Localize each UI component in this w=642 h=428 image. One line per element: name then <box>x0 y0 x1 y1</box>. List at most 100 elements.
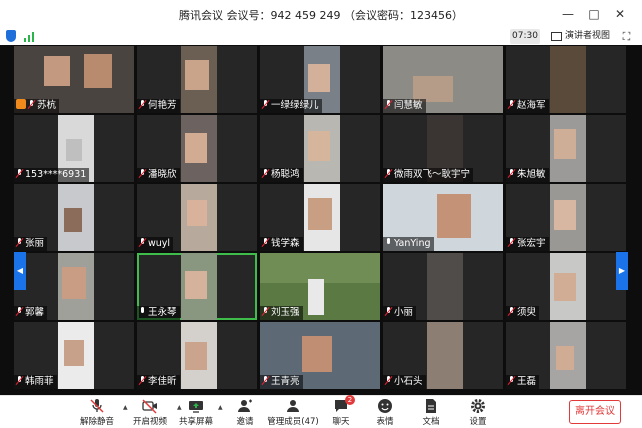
participant-tile[interactable]: 王青亮 <box>260 322 380 389</box>
participant-tile[interactable]: 杨聪鸿 <box>260 115 380 182</box>
invite-icon <box>237 398 253 414</box>
participant-name-tag: 小石头 <box>383 375 426 389</box>
participant-tile[interactable]: 钱学森 <box>260 184 380 251</box>
participant-name-tag: 刘玉强 <box>260 306 303 320</box>
participant-tile[interactable]: 153****6931 <box>14 115 134 182</box>
participant-tile[interactable]: 苏杭 <box>14 46 134 113</box>
participant-tile[interactable]: wuyl <box>137 184 257 251</box>
participant-tile[interactable]: 小丽 <box>383 253 503 320</box>
participant-name: 张丽 <box>25 238 45 249</box>
participant-tile[interactable]: 王磊 <box>506 322 626 389</box>
participant-tile[interactable]: 王永琴 <box>137 253 257 320</box>
video-feed <box>437 194 471 238</box>
participant-name-tag: 张宏宇 <box>506 237 549 251</box>
mic-muted-icon <box>508 169 515 178</box>
participant-name-tag: 王磊 <box>506 375 540 389</box>
video-feed <box>308 198 332 230</box>
invite-label: 邀请 <box>236 417 254 427</box>
video-feed <box>427 253 463 320</box>
unmute-button[interactable]: 解除静音 <box>71 398 123 428</box>
participant-tile[interactable]: 潘晓欣 <box>137 115 257 182</box>
participant-name-tag: 杨聪鸿 <box>260 168 303 182</box>
reactions-button[interactable]: 表情 <box>359 398 411 428</box>
info-bar: 07:30 演讲者视图 ⛶ <box>0 28 642 45</box>
participant-name-tag: 王青亮 <box>260 375 303 389</box>
participant-name-tag: 须臾 <box>506 306 540 320</box>
participant-tile[interactable]: 张宏宇 <box>506 184 626 251</box>
settings-button[interactable]: 设置 <box>452 398 504 428</box>
participant-name-tag: wuyl <box>137 237 174 251</box>
mic-muted-icon <box>139 376 146 385</box>
participant-tile[interactable]: 赵海军 <box>506 46 626 113</box>
window-title: 腾讯会议 会议号：942 459 249 （会议密码：123456） <box>179 9 463 22</box>
participant-tile[interactable]: 刘玉强 <box>260 253 380 320</box>
participant-name: 闫慧敏 <box>394 100 423 111</box>
video-feed <box>554 129 576 159</box>
mic-icon <box>139 307 146 316</box>
video-feed <box>64 208 82 232</box>
video-feed <box>308 64 330 92</box>
mic-muted-icon <box>139 238 146 247</box>
camera-off-icon <box>142 398 158 414</box>
share-screen-button[interactable]: 共享屏幕 <box>170 398 222 428</box>
chevron-left-icon[interactable]: ◀ <box>14 252 26 290</box>
mic-muted-icon <box>262 238 269 247</box>
signal-icon[interactable] <box>24 32 36 42</box>
docs-label: 文档 <box>422 417 440 427</box>
participant-name-tag: YanYing <box>383 237 434 251</box>
participant-tile[interactable]: 微雨双飞～耿宇宁 <box>383 115 503 182</box>
participant-name-tag: 郭馨 <box>14 306 48 320</box>
docs-button[interactable]: 文档 <box>405 398 457 428</box>
participant-tile[interactable]: 韩雨菲 <box>14 322 134 389</box>
minimize-icon[interactable]: — <box>558 4 578 24</box>
start-video-button[interactable]: 开启视频 <box>124 398 176 428</box>
share-screen-label: 共享屏幕 <box>178 417 213 427</box>
mic-muted-icon <box>89 398 105 414</box>
shield-icon[interactable] <box>6 30 16 42</box>
participant-tile[interactable]: 郭馨 <box>14 253 134 320</box>
participant-name-tag: 小丽 <box>383 306 417 320</box>
video-gallery: 王磊 小石头 王青亮 李佳昕 韩雨菲 须臾 小丽 刘玉强 王永琴 郭馨 张宏宇 YanYing 钱学森 w… <box>0 45 642 395</box>
video-feed <box>185 133 207 163</box>
participant-tile[interactable]: 小石头 <box>383 322 503 389</box>
manage-members-label: 管理成员(47) <box>267 417 319 427</box>
unmute-label: 解除静音 <box>79 417 114 427</box>
leave-meeting-button[interactable]: 离开会议 <box>569 400 621 424</box>
video-feed <box>185 271 207 299</box>
close-icon[interactable]: ✕ <box>610 4 630 24</box>
mic-muted-icon <box>262 100 269 109</box>
participant-name-tag: 王永琴 <box>137 306 180 320</box>
maximize-icon[interactable]: □ <box>584 4 604 24</box>
participant-tile[interactable]: 李佳昕 <box>137 322 257 389</box>
participant-tile[interactable]: 闫慧敏 <box>383 46 503 113</box>
participant-name-tag: 张丽 <box>14 237 48 251</box>
mic-muted-icon <box>139 100 146 109</box>
mic-muted-icon <box>508 238 515 247</box>
participant-name: 刘玉强 <box>271 307 300 318</box>
participant-name: 须臾 <box>517 307 537 318</box>
participant-tile[interactable]: 须臾 <box>506 253 626 320</box>
chevron-right-icon[interactable]: ▶ <box>616 252 628 290</box>
fullscreen-icon[interactable]: ⛶ <box>619 29 634 44</box>
participant-tile[interactable]: 张丽 <box>14 184 134 251</box>
video-feed <box>427 322 463 389</box>
speaker-view-button[interactable]: 演讲者视图 <box>551 29 610 44</box>
mic-muted-icon <box>385 169 392 178</box>
participant-tile[interactable]: 朱旭敏 <box>506 115 626 182</box>
participant-name: 钱学森 <box>271 238 300 249</box>
chat-unread-badge: 2 <box>345 395 355 405</box>
invite-button[interactable]: 邀请 <box>219 398 271 428</box>
participant-tile[interactable]: 一绿绿绿儿 <box>260 46 380 113</box>
participant-tile[interactable]: YanYing <box>383 184 503 251</box>
video-feed <box>185 342 207 370</box>
participant-name: 苏杭 <box>37 100 57 111</box>
video-feed <box>187 200 207 226</box>
manage-members-button[interactable]: 管理成员(47) <box>266 398 320 428</box>
participant-name: 王青亮 <box>271 376 300 387</box>
title-bar: 腾讯会议 会议号：942 459 249 （会议密码：123456） — □ ✕ <box>0 0 642 28</box>
participant-name-tag: 何艳芳 <box>137 99 180 113</box>
participant-tile[interactable]: 何艳芳 <box>137 46 257 113</box>
participant-name-tag: 李佳昕 <box>137 375 180 389</box>
video-feed <box>44 56 70 86</box>
participant-name-tag: 赵海军 <box>506 99 549 113</box>
